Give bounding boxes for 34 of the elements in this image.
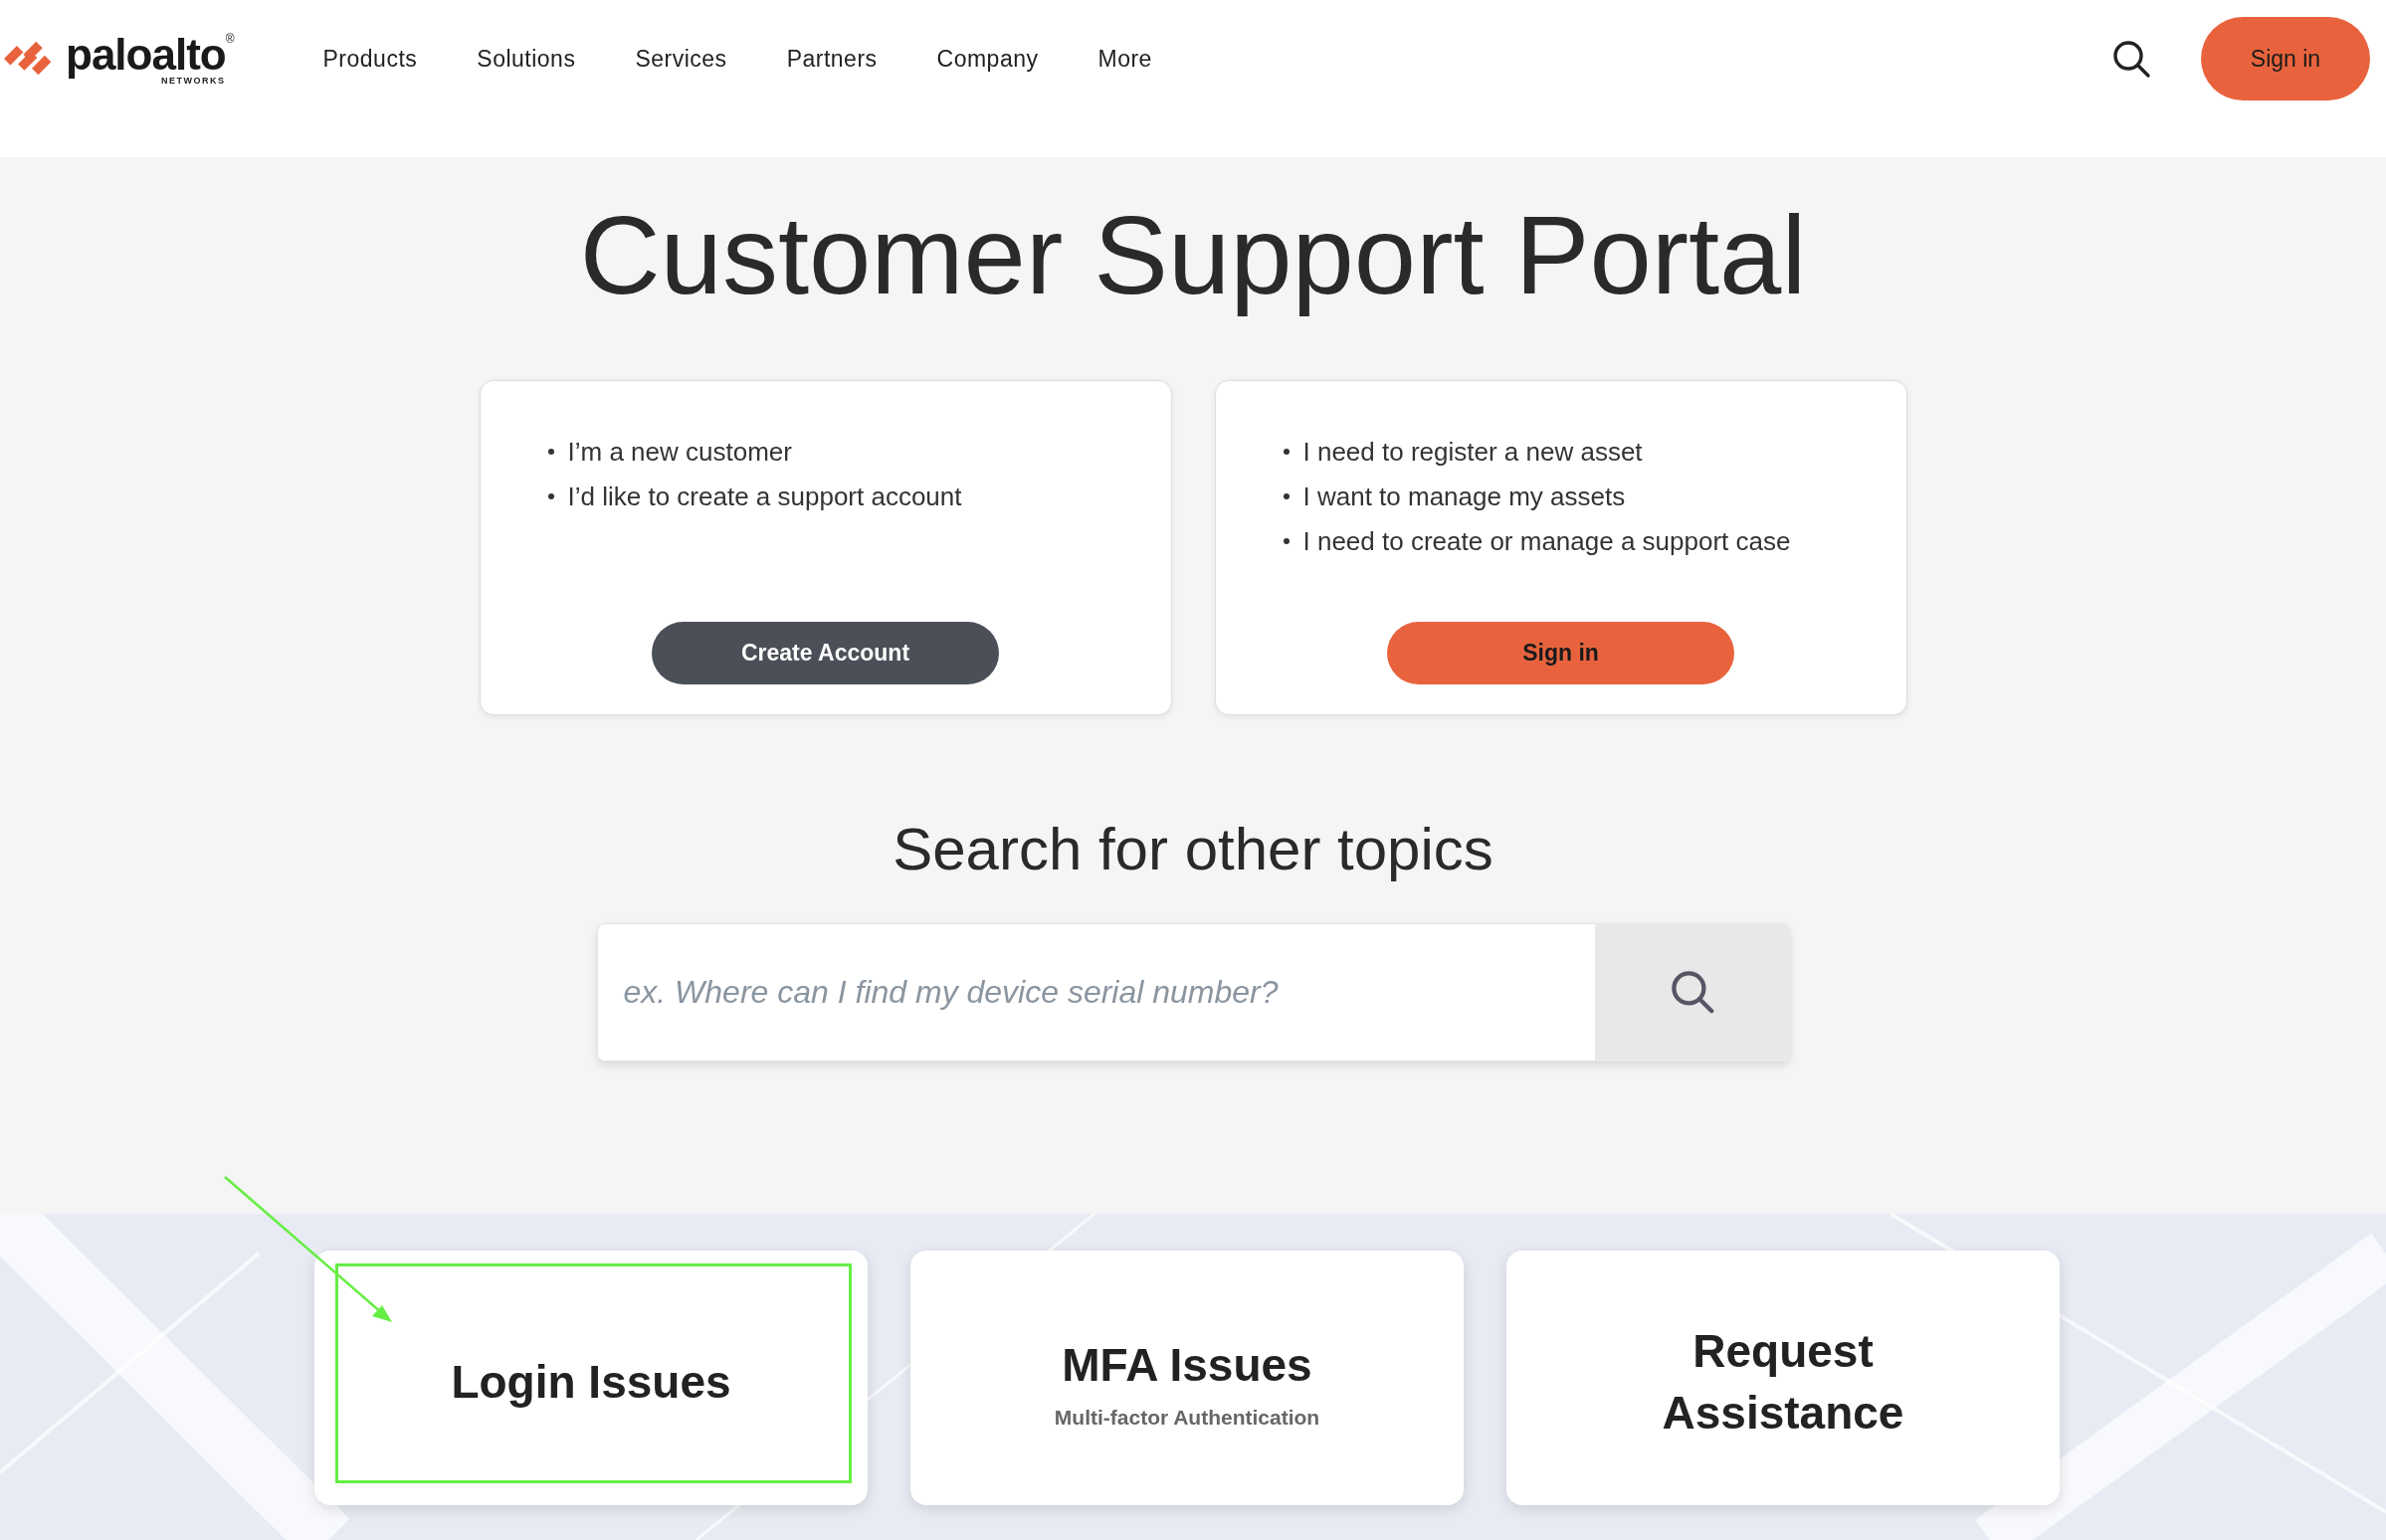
bullet-text: I’m a new customer — [567, 436, 792, 468]
search-icon[interactable] — [2111, 39, 2151, 79]
search-heading: Search for other topics — [893, 814, 1493, 883]
bullet-icon — [547, 449, 554, 456]
topic-card[interactable]: MFA Issues Multi-factor Authentication — [910, 1251, 1464, 1505]
nav-link[interactable]: Solutions — [477, 45, 576, 73]
bullet-icon — [1283, 493, 1290, 500]
search-field[interactable]: ex. Where can I find my device serial number? — [596, 922, 1595, 1061]
topic-card[interactable]: Request Assistance — [1506, 1251, 2060, 1505]
nav-link[interactable]: More — [1097, 45, 1152, 73]
topic-title: MFA Issues — [1061, 1337, 1313, 1393]
nav-link[interactable]: Products — [322, 45, 418, 73]
bullet-icon — [1283, 538, 1290, 545]
logo-wordmark: paloalto$^{®}$ — [66, 32, 234, 77]
logo-subtitle: NETWORKS — [161, 76, 226, 86]
topic-title: Login Issues — [450, 1354, 732, 1410]
bullet-icon — [547, 493, 554, 500]
bullet-icon — [1283, 449, 1290, 456]
bullet-text: I’d like to create a support account — [567, 481, 962, 512]
nav-link[interactable]: Partners — [786, 45, 878, 73]
create-account-button[interactable]: Create Account — [652, 621, 999, 684]
topic-subtitle: Multi-factor Authentication — [1054, 1406, 1320, 1431]
logo[interactable]: paloalto$^{®}$ NETWORKS — [4, 32, 323, 86]
bullet-text: I want to manage my assets — [1302, 481, 1626, 512]
nav-link[interactable]: Company — [936, 45, 1039, 73]
sign-in-button[interactable]: Sign in — [2201, 17, 2370, 100]
sign-in-button[interactable]: Sign in — [1387, 621, 1734, 684]
topic-card[interactable]: Login Issues — [314, 1251, 868, 1505]
topic-title: Request Assistance — [1661, 1323, 1905, 1441]
arrow-icon — [223, 1175, 394, 1324]
nav-link[interactable]: Services — [635, 45, 727, 73]
bullet-text: I need to register a new asset — [1302, 436, 1643, 468]
bullet-text: I need to create or manage a support case — [1302, 525, 1791, 557]
page-title: Customer Support Portal — [579, 192, 1807, 319]
